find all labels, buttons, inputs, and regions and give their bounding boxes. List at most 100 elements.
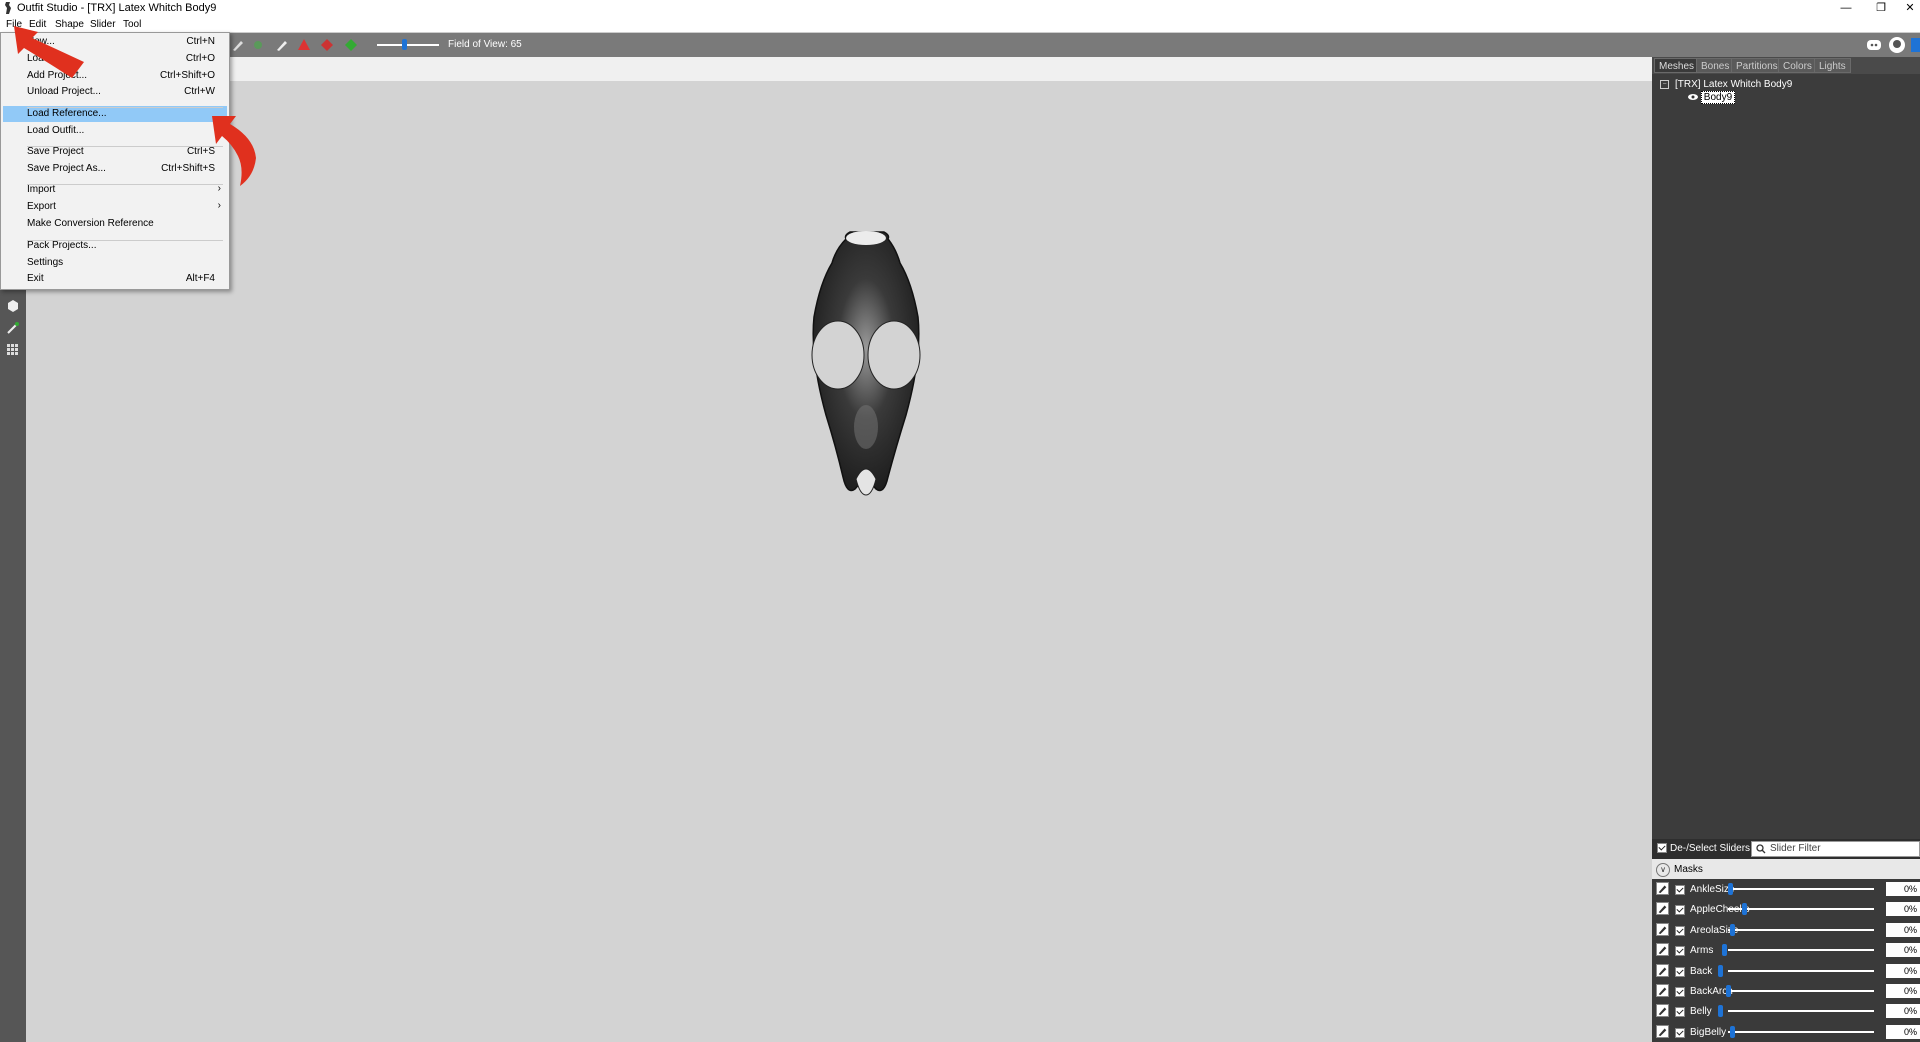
discord-icon[interactable] (1865, 36, 1883, 54)
slider-checkbox[interactable] (1675, 925, 1685, 936)
edit-pencil-icon[interactable] (1656, 1004, 1669, 1018)
slider-thumb[interactable] (1722, 944, 1727, 957)
edit-pencil-icon[interactable] (1656, 963, 1669, 977)
restore-button[interactable]: ❐ (1866, 0, 1896, 16)
fov-slider-track[interactable] (377, 44, 439, 46)
slider-thumb[interactable] (1718, 1005, 1723, 1018)
brush-icon[interactable] (231, 38, 245, 52)
cube-icon[interactable] (6, 299, 20, 313)
menu-item-save-project-as[interactable]: Save Project As... Ctrl+Shift+S (3, 161, 227, 177)
close-button[interactable]: ✕ (1895, 0, 1920, 16)
tree-root-row[interactable]: − [TRX] Latex Whitch Body9 (1660, 79, 1792, 90)
eye-icon[interactable] (1688, 93, 1698, 101)
menu-slider[interactable]: Slider (90, 19, 116, 30)
slider-track[interactable] (1728, 969, 1874, 972)
slider-thumb[interactable] (1718, 964, 1723, 977)
slider-value[interactable]: 0% (1886, 1024, 1920, 1039)
edit-pencil-icon[interactable] (1656, 882, 1669, 895)
slider-thumb[interactable] (1728, 883, 1733, 895)
deselect-checkbox[interactable] (1657, 843, 1667, 854)
slider-checkbox[interactable] (1675, 946, 1685, 957)
title-bar: Outfit Studio - [TRX] Latex Whitch Body9… (0, 0, 1920, 16)
menu-item-label: Make Conversion Reference (27, 218, 154, 229)
menu-item-make-conversion-reference[interactable]: Make Conversion Reference (3, 216, 227, 232)
slider-name: Back (1690, 965, 1713, 977)
menu-separator (27, 240, 223, 241)
slider-row: Back 0% (1652, 961, 1920, 981)
3d-viewport[interactable] (26, 57, 1652, 1042)
edit-pencil-icon[interactable] (1656, 984, 1669, 997)
slider-value[interactable]: 0% (1886, 902, 1920, 917)
slider-checkbox[interactable] (1675, 1007, 1685, 1018)
menu-item-shortcut: Ctrl+Shift+O (159, 70, 215, 81)
slider-row: AppleCheeks 0% (1652, 899, 1920, 919)
menu-item-label: Unload Project... (27, 86, 101, 97)
menu-item-unload-project[interactable]: Unload Project... Ctrl+W (3, 84, 227, 100)
menu-item-exit[interactable]: Exit Alt+F4 (3, 271, 227, 287)
slider-thumb[interactable] (1742, 903, 1747, 916)
slider-checkbox[interactable] (1675, 885, 1685, 895)
tab-meshes[interactable]: Meshes (1654, 58, 1700, 73)
slider-value[interactable]: 0% (1886, 943, 1920, 958)
viewport-top-strip (26, 57, 1652, 81)
slider-value[interactable]: 0% (1886, 882, 1920, 896)
mesh-tree: − [TRX] Latex Whitch Body9 Body9 (1652, 74, 1920, 884)
slider-track[interactable] (1728, 928, 1874, 931)
tree-child-row[interactable]: Body9 (1688, 91, 1736, 104)
red-arrow-load-reference-icon (212, 116, 256, 186)
deflate-icon[interactable] (320, 38, 334, 52)
chevron-down-icon[interactable]: ∨ (1656, 863, 1670, 877)
slider-track[interactable] (1728, 949, 1874, 952)
pen-icon[interactable] (275, 38, 289, 52)
inflate-icon[interactable] (297, 38, 311, 52)
menu-item-settings[interactable]: Settings (3, 255, 227, 271)
masks-bar[interactable]: ∨ Masks (1652, 859, 1920, 879)
slider-track[interactable] (1728, 1030, 1874, 1033)
tab-lights[interactable]: Lights (1814, 58, 1851, 73)
menu-item-label: Load Outfit... (27, 125, 85, 136)
menu-item-label: Save Project (27, 146, 84, 157)
bodysuit-model[interactable] (776, 177, 956, 517)
tab-bones[interactable]: Bones (1696, 58, 1735, 73)
slider-track[interactable] (1728, 990, 1874, 992)
slider-filter-input[interactable]: Slider Filter (1751, 841, 1920, 857)
smooth-brush-icon[interactable] (251, 38, 265, 52)
tree-expander-icon[interactable]: − (1660, 79, 1669, 89)
slider-track[interactable] (1728, 888, 1874, 890)
slider-thumb[interactable] (1726, 985, 1731, 997)
slider-checkbox[interactable] (1675, 905, 1685, 916)
tab-colors[interactable]: Colors (1778, 58, 1817, 73)
slider-track[interactable] (1728, 1010, 1874, 1013)
slider-checkbox[interactable] (1675, 1027, 1685, 1038)
extra-icon[interactable] (1911, 36, 1920, 54)
slider-thumb[interactable] (1730, 1025, 1735, 1038)
move-icon[interactable] (344, 38, 358, 52)
minimize-button[interactable]: — (1831, 0, 1861, 16)
slider-value[interactable]: 0% (1886, 963, 1920, 978)
edit-pencil-icon[interactable] (1656, 1024, 1669, 1038)
fov-slider-thumb[interactable] (402, 39, 407, 50)
slider-value[interactable]: 0% (1886, 922, 1920, 937)
menu-item-label: Import (27, 184, 56, 195)
menu-item-load-reference[interactable]: Load Reference... (3, 106, 227, 122)
edit-pencil-icon[interactable] (1656, 922, 1669, 936)
bone-tool-icon[interactable] (6, 321, 20, 335)
slider-track[interactable] (1728, 908, 1874, 911)
slider-value[interactable]: 0% (1886, 984, 1920, 998)
menu-item-shortcut: Ctrl+O (185, 53, 215, 64)
slider-checkbox[interactable] (1675, 966, 1685, 977)
right-panel: Meshes Bones Partitions Colors Lights −[… (1652, 57, 1920, 1042)
menu-item-export[interactable]: Export › (3, 199, 227, 215)
slider-filter-placeholder: Slider Filter (1770, 843, 1821, 854)
slider-value[interactable]: 0% (1886, 1004, 1920, 1019)
slider-thumb[interactable] (1730, 923, 1735, 936)
grid-icon[interactable] (6, 343, 20, 357)
github-icon[interactable] (1888, 36, 1906, 54)
edit-pencil-icon[interactable] (1656, 902, 1669, 916)
menu-item-load-outfit[interactable]: Load Outfit... (3, 123, 227, 139)
slider-checkbox[interactable] (1675, 987, 1685, 997)
tab-partitions[interactable]: Partitions (1731, 58, 1783, 73)
menu-tool[interactable]: Tool (123, 19, 141, 30)
deselect-sliders-toggle[interactable]: De-/Select Sliders (1657, 843, 1750, 854)
edit-pencil-icon[interactable] (1656, 943, 1669, 957)
